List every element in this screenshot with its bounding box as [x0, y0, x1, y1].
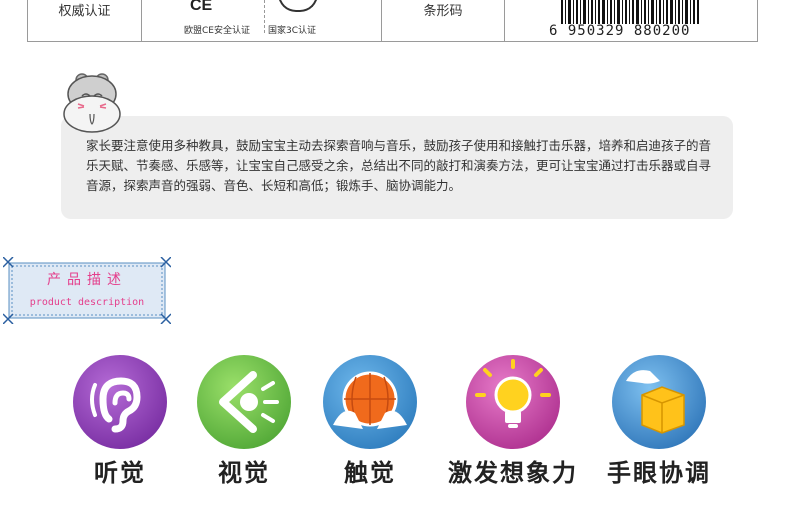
- ccc-caption: 国家3C认证: [268, 26, 317, 36]
- divider: [264, 0, 265, 33]
- feature-touch: 触觉: [300, 355, 440, 495]
- lightbulb-icon: [475, 359, 551, 428]
- feature-hand-eye-circle: [612, 355, 706, 449]
- barcode-label: 条形码: [423, 4, 463, 19]
- feature-touch-label: 触觉: [344, 459, 396, 487]
- feature-hand-eye: 手眼协调: [589, 355, 729, 495]
- cert-label-cell: 权威认证: [28, 0, 142, 41]
- feature-touch-circle: [323, 355, 417, 449]
- barcode-label-cell: 条形码: [382, 0, 505, 41]
- tag-subtitle: product description: [29, 297, 145, 308]
- feature-vision-circle: [197, 355, 291, 449]
- hippo-mascot-icon: [63, 73, 121, 133]
- feature-imagination-label: 激发想象力: [448, 459, 578, 487]
- spec-table: 权威认证 CE 欧盟CE安全认证 国家3C认证 条形码 6 950329 880…: [27, 0, 758, 42]
- feature-imagination-circle: [466, 355, 560, 449]
- feature-hand-eye-label: 手眼协调: [607, 459, 711, 487]
- cert-logos-cell: CE 欧盟CE安全认证 国家3C认证: [142, 0, 382, 41]
- feature-vision-label: 视觉: [218, 459, 270, 487]
- ear-icon: [90, 377, 141, 433]
- tag-title: 产品描述: [47, 272, 127, 288]
- cert-label: 权威认证: [58, 4, 111, 19]
- feature-imagination: 激发想象力: [443, 355, 583, 495]
- hand-box-icon: [626, 370, 685, 434]
- parent-notice-bubble: 家长要注意使用多种教具，鼓励宝宝主动去探索音响与音乐，鼓励孩子使用和接触打击乐器…: [61, 116, 733, 219]
- notice-text: 家长要注意使用多种教具，鼓励宝宝主动去探索音响与音乐，鼓励孩子使用和接触打击乐器…: [86, 138, 712, 193]
- feature-hearing-circle: [73, 355, 167, 449]
- feature-hearing: 听觉: [50, 355, 190, 495]
- barcode-icon: [561, 0, 699, 24]
- ccc-mark-icon: [278, 0, 318, 12]
- eye-icon: [219, 371, 279, 433]
- hands-ball-icon: [333, 371, 407, 429]
- barcode-number: 6 950329 880200: [549, 23, 691, 39]
- product-description-tag: 产品描述 product description: [3, 257, 171, 324]
- feature-hearing-label: 听觉: [94, 459, 146, 487]
- ce-mark-icon: CE: [190, 0, 213, 14]
- barcode-cell: 6 950329 880200: [505, 0, 758, 41]
- tag-frame-icon: [3, 257, 171, 324]
- feature-vision: 视觉: [174, 355, 314, 495]
- ce-caption: 欧盟CE安全认证: [184, 26, 250, 36]
